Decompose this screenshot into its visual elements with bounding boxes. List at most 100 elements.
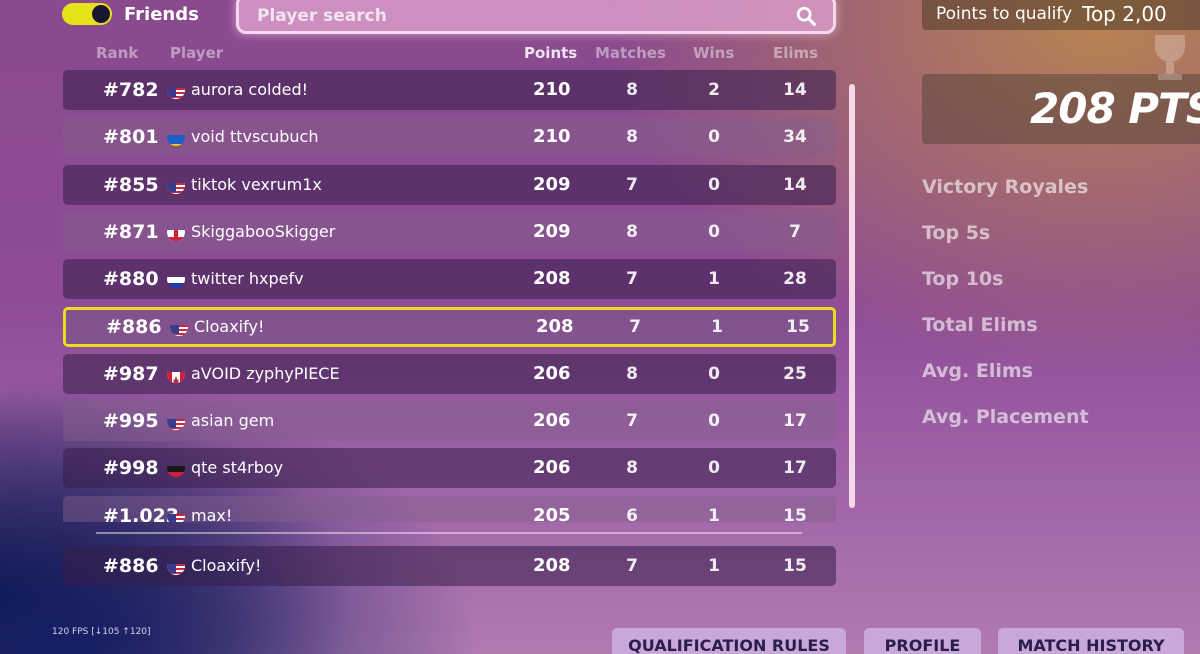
- player-name: aurora colded!: [191, 80, 309, 99]
- header-wins: Wins: [693, 44, 735, 62]
- leaderboard-row[interactable]: #995 asian gem 206 7 0 17: [63, 401, 836, 442]
- player-matches: 8: [626, 127, 638, 148]
- player-elims: 15: [786, 316, 810, 337]
- player-wins: 1: [708, 556, 720, 576]
- player-rank: #855: [103, 173, 159, 196]
- player-wins: 1: [711, 316, 723, 337]
- player-rank: #871: [103, 220, 159, 243]
- leaderboard-row[interactable]: #987 aVOID zyphyPIECE 206 8 0 25: [63, 353, 836, 394]
- player-wins: 0: [708, 411, 720, 432]
- stats-list: Victory Royales Top 5s Top 10s Total Eli…: [922, 176, 1089, 452]
- player-name: Cloaxify!: [194, 316, 265, 336]
- player-matches: 6: [626, 505, 638, 522]
- player-wins: 1: [708, 505, 720, 522]
- player-matches: 8: [626, 80, 638, 100]
- player-matches: 8: [626, 221, 638, 242]
- current-player-row[interactable]: #886 Cloaxify! 208 7 1 15: [63, 546, 836, 586]
- flag-us-icon: [167, 507, 185, 522]
- player-wins: 0: [708, 221, 720, 242]
- header-player: Player: [170, 44, 224, 62]
- player-name: twitter hxpefv: [191, 269, 304, 289]
- leaderboard-row[interactable]: #998 qte st4rboy 206 8 0 17: [63, 448, 836, 489]
- leaderboard-row[interactable]: #782 aurora colded! 210 8 2 14: [63, 70, 836, 110]
- fps-counter: 120 FPS [↓105 ↑120]: [52, 627, 151, 637]
- player-matches: 8: [626, 363, 638, 384]
- stat-avg-placement: Avg. Placement: [922, 406, 1089, 428]
- player-wins: 1: [708, 269, 720, 290]
- player-matches: 7: [626, 556, 638, 576]
- leaderboard-list[interactable]: #782 aurora colded! 210 8 2 14 #801 void ttvscu…: [63, 70, 836, 522]
- player-rank: #886: [103, 555, 159, 577]
- player-elims: 14: [783, 80, 807, 100]
- stat-total-elims: Total Elims: [922, 314, 1038, 336]
- player-name: tiktok vexrum1x: [191, 174, 322, 194]
- player-matches: 7: [629, 316, 641, 337]
- qualify-value: Top 2,00: [1082, 2, 1167, 26]
- player-points: 210: [533, 79, 571, 100]
- flag-ca-icon: [167, 365, 185, 383]
- stat-avg-elims: Avg. Elims: [922, 360, 1033, 382]
- player-matches: 7: [626, 174, 638, 195]
- leaderboard-row[interactable]: #880 twitter hxpefv 208 7 1 28: [63, 259, 836, 300]
- leaderboard-row[interactable]: #855 tiktok vexrum1x 209 7 0 14: [63, 164, 836, 205]
- flag-ua-icon: [167, 128, 185, 147]
- player-elims: 17: [783, 411, 807, 432]
- flag-england-icon: [167, 223, 185, 241]
- friends-filter: Friends: [62, 2, 199, 26]
- player-elims: 28: [783, 269, 807, 290]
- friends-label: Friends: [124, 3, 199, 25]
- flag-us-icon: [167, 557, 185, 575]
- player-elims: 15: [783, 505, 807, 522]
- header-rank: Rank: [96, 44, 139, 62]
- header-elims: Elims: [773, 44, 819, 62]
- player-rank: #801: [103, 126, 159, 149]
- player-elims: 15: [783, 556, 807, 576]
- qualification-rules-button[interactable]: QUALIFICATION RULES: [612, 628, 846, 654]
- leaderboard-row[interactable]: #1,023 max! 205 6 1 15: [63, 495, 836, 522]
- search-icon[interactable]: [795, 5, 817, 27]
- flag-us-icon: [167, 412, 185, 431]
- player-wins: 2: [708, 80, 720, 100]
- player-search-box: [236, 0, 836, 34]
- player-rank: #987: [103, 362, 159, 385]
- player-wins: 0: [708, 458, 720, 479]
- player-points: 208: [533, 268, 571, 290]
- player-rank: #880: [103, 268, 159, 291]
- player-name: qte st4rboy: [191, 458, 284, 478]
- player-matches: 7: [626, 269, 638, 290]
- player-elims: 14: [783, 174, 807, 195]
- stat-top-10s: Top 10s: [922, 268, 1004, 290]
- player-elims: 7: [789, 221, 801, 242]
- player-name: max!: [191, 505, 233, 522]
- stat-top-5s: Top 5s: [922, 222, 991, 244]
- player-points: 209: [533, 173, 571, 195]
- player-points: 208: [536, 315, 574, 337]
- player-points: 206: [533, 362, 571, 384]
- toggle-knob: [92, 5, 110, 23]
- friends-toggle[interactable]: [62, 3, 112, 25]
- leaderboard-row-current[interactable]: #886 Cloaxify! 208 7 1 15: [63, 306, 836, 347]
- player-rank: #998: [103, 457, 159, 480]
- column-headers: Rank Player Points Matches Wins Elims: [0, 44, 840, 64]
- player-name: void ttvscubuch: [191, 127, 319, 147]
- player-wins: 0: [708, 174, 720, 195]
- player-rank: #886: [106, 315, 162, 338]
- profile-button[interactable]: PROFILE: [864, 628, 981, 654]
- player-name: SkiggabooSkigger: [191, 221, 336, 241]
- flag-de-icon: [167, 459, 185, 478]
- qualify-label: Points to qualify: [936, 4, 1073, 24]
- leaderboard-row[interactable]: #801 void ttvscubuch 210 8 0 34: [63, 117, 836, 158]
- header-points: Points: [524, 44, 578, 62]
- player-matches: 8: [626, 458, 638, 479]
- player-rank: #995: [103, 410, 159, 433]
- match-history-button[interactable]: MATCH HISTORY: [998, 628, 1184, 654]
- flag-us-icon: [170, 318, 188, 336]
- flag-ru-icon: [167, 270, 185, 289]
- player-points: 206: [533, 410, 571, 432]
- trophy-icon: [1155, 35, 1185, 80]
- leaderboard-scrollbar[interactable]: [849, 84, 855, 508]
- leaderboard-row[interactable]: #871 SkiggabooSkigger 209 8 0 7: [63, 211, 836, 252]
- player-search-input[interactable]: [255, 5, 795, 27]
- player-elims: 25: [783, 363, 807, 384]
- player-points: 206: [533, 457, 571, 479]
